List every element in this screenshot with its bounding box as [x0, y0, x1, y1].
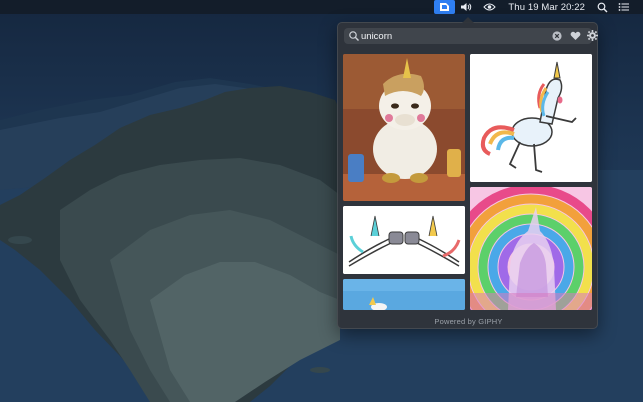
gif-unicorn-dancing[interactable] — [470, 54, 592, 182]
clear-search-icon[interactable] — [552, 31, 562, 41]
gif-unicorn-blue[interactable] — [343, 279, 465, 310]
giphy-popover: Powered by GIPHY — [337, 17, 599, 329]
menubar-clock[interactable]: Thu 19 Mar 20:22 — [501, 0, 592, 14]
volume-icon[interactable] — [455, 0, 478, 14]
list-menu-icon[interactable] — [613, 0, 635, 14]
powered-by-giphy[interactable]: Powered by GIPHY — [338, 317, 599, 329]
gif-unicorn-rainbow[interactable] — [470, 187, 592, 310]
eye-icon[interactable] — [478, 0, 501, 14]
search-input[interactable] — [361, 28, 541, 44]
giphy-app-icon[interactable] — [434, 0, 456, 14]
gif-unicorn-plush[interactable] — [343, 54, 465, 201]
gif-unicorns-fist-bump[interactable] — [343, 206, 465, 274]
search-icon — [349, 31, 359, 41]
spotlight-search-icon[interactable] — [592, 0, 613, 14]
popover-arrow — [462, 17, 474, 23]
favorites-heart-icon[interactable] — [570, 31, 581, 41]
menu-bar: Thu 19 Mar 20:22 — [0, 0, 643, 14]
settings-gear-icon[interactable] — [587, 30, 598, 41]
search-bar[interactable] — [344, 28, 598, 44]
